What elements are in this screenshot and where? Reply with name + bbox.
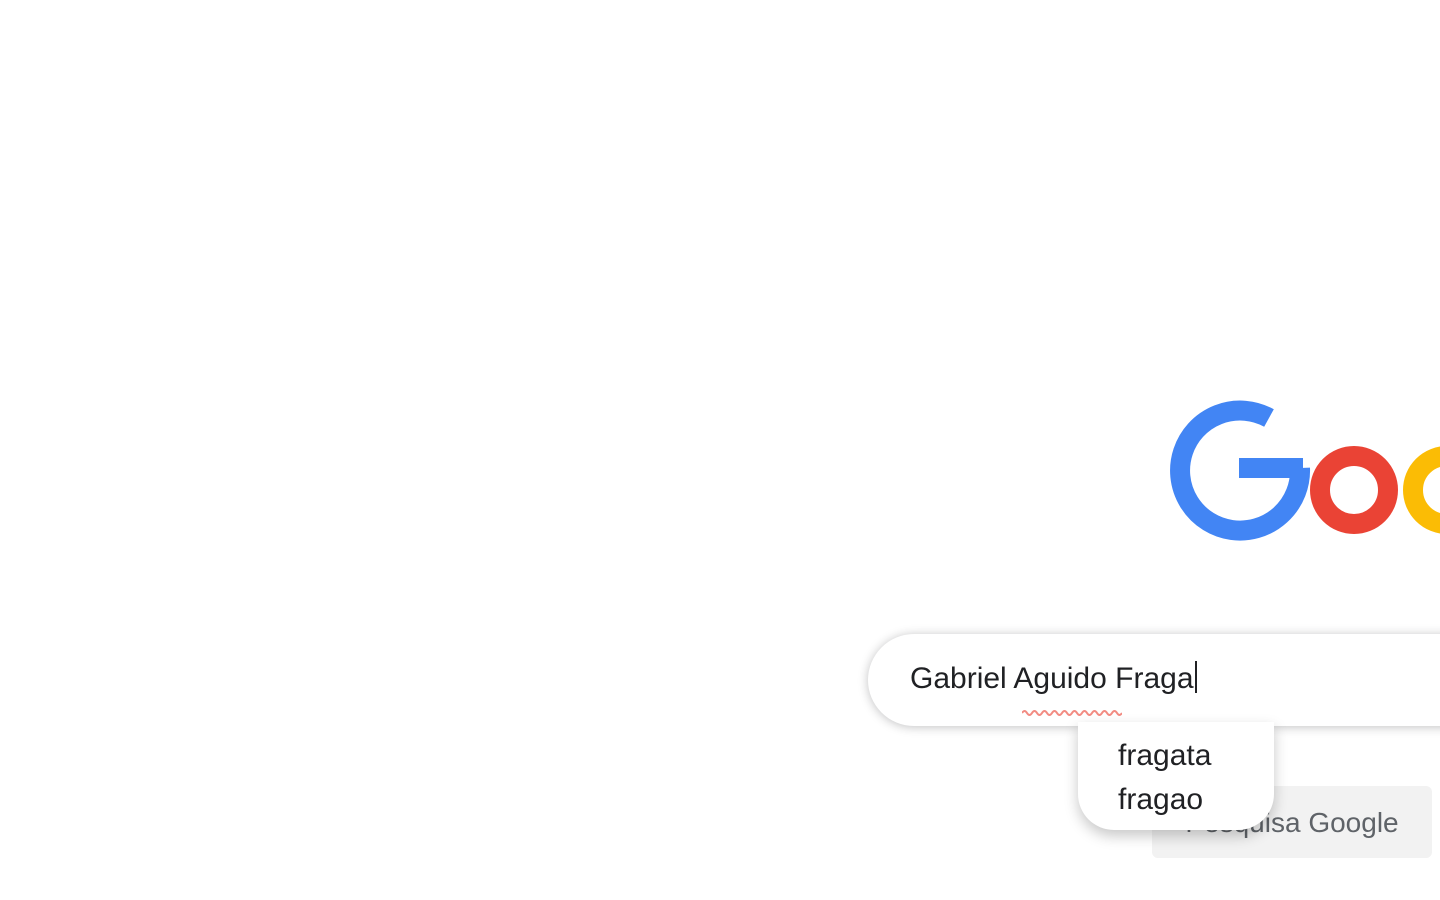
spellcheck-suggestions-menu: fragata fragao <box>1078 722 1274 830</box>
spellcheck-underline <box>1022 710 1122 716</box>
logo-letter-o-yellow <box>1403 446 1440 534</box>
google-home-page: Gabriel Aguido Fraga Pesquisa Google fra… <box>0 0 1440 900</box>
text-caret <box>1194 661 1197 693</box>
logo-letter-g-bar <box>1239 458 1303 478</box>
google-logo-graphic <box>1170 400 1440 541</box>
google-logo <box>1160 380 1440 550</box>
search-box[interactable]: Gabriel Aguido Fraga <box>868 634 1440 726</box>
logo-letter-o-red <box>1310 446 1398 534</box>
search-input[interactable]: Gabriel Aguido Fraga <box>910 658 1440 700</box>
spellcheck-suggestion[interactable]: fragao <box>1118 778 1274 822</box>
spellcheck-suggestion[interactable]: fragata <box>1118 734 1274 778</box>
search-input-value: Gabriel Aguido Fraga <box>910 662 1194 695</box>
